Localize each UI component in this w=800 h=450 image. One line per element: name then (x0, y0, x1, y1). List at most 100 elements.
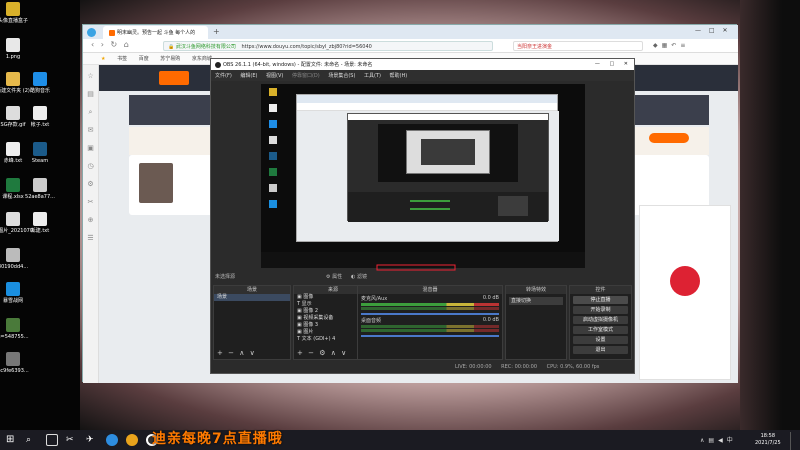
filters-button[interactable]: ◐ 滤镜 (351, 273, 367, 280)
up-icon[interactable]: ∧ (331, 349, 336, 357)
new-tab-button[interactable]: + (213, 27, 220, 36)
menu-help[interactable]: 帮助(H) (390, 73, 408, 79)
start-recording-button[interactable]: 开始录制 (573, 306, 628, 314)
back-icon[interactable]: ‹ (91, 40, 94, 49)
desktop-icon[interactable]: 帐子.txt (10, 106, 70, 128)
source-settings-icon[interactable]: ⚙ (319, 349, 325, 357)
preview-browser (296, 94, 559, 242)
scene-item[interactable]: 场景 (214, 294, 290, 301)
desktop-icon[interactable]: Steam (10, 142, 70, 164)
desktop-icon[interactable]: 暴雪战网 (0, 282, 43, 304)
desktop-icon[interactable]: u=548755... (0, 318, 43, 340)
url-field[interactable]: 🔒 武汉斗鱼网络科技有限公司 https://www.douyu.com/top… (163, 41, 493, 51)
exit-button[interactable]: 退出 (573, 346, 628, 354)
apps-icon[interactable]: ▦ (662, 42, 672, 49)
window-controls[interactable]: — □ ✕ (695, 27, 728, 34)
desktop-icon[interactable]: 新建.txt (10, 212, 70, 234)
start-icon[interactable]: ⊞ (6, 434, 18, 446)
rec-status: REC: 00:00:00 (501, 364, 538, 370)
stop-streaming-button[interactable]: 停止直播 (573, 296, 628, 304)
obs-maximize-button[interactable]: □ (609, 61, 614, 67)
obs-window-controls[interactable]: — □ ✕ (595, 61, 628, 67)
desktop-icon-label: 80190dd4... (0, 264, 29, 270)
forward-icon[interactable]: › (101, 40, 104, 49)
volume-meter (361, 307, 499, 310)
down-icon[interactable]: ∨ (341, 349, 346, 357)
feishu-icon[interactable]: ✈ (86, 434, 98, 446)
nav-buttons[interactable]: ‹ › ↻ ⌂ (91, 40, 129, 49)
sidebar-icons[interactable]: ☆ ▤ ⌕ ✉ ▣ ◷ ⚙ ✂ ⊕ ☰ (83, 65, 98, 247)
obs-minimize-button[interactable]: — (595, 61, 600, 67)
minimize-button[interactable]: — (695, 27, 701, 34)
tab-title: 明末幽灵。预告一起 斗鱼 每个人的 (117, 30, 196, 36)
add-source-icon[interactable]: + (297, 349, 303, 357)
mixer-channel-desktop: 桌面音频 0.0 dB (358, 316, 502, 338)
mixer-dock: 混音器 麦克风/Aux 0.0 dB 桌面音频 0.0 dB (357, 285, 503, 360)
toolbar-icons[interactable]: ◆▦↶≡ (653, 42, 689, 49)
google-icon[interactable] (126, 434, 138, 446)
source-controls[interactable]: + − ⚙ ∧ ∨ (297, 349, 346, 357)
menu-file[interactable]: 文件(F) (215, 73, 232, 79)
desktop-icon[interactable]: 1.png (0, 38, 43, 60)
mixer-channel-mic: 麦克风/Aux 0.0 dB (358, 294, 502, 316)
desktop-icon[interactable]: 52ae8a77... (10, 178, 70, 200)
image-file-icon (33, 178, 47, 192)
up-icon[interactable]: ∧ (239, 349, 244, 357)
browser-tab[interactable]: 明末幽灵。预告一起 斗鱼 每个人的 (103, 26, 208, 39)
settings-button[interactable]: 设置 (573, 336, 628, 344)
start-virtual-camera-button[interactable]: 启动虚拟摄像机 (573, 316, 628, 324)
desktop-icon[interactable]: ec9fe6393... (0, 352, 43, 374)
obs-close-button[interactable]: ✕ (624, 61, 628, 67)
address-bar: ‹ › ↻ ⌂ 🔒 武汉斗鱼网络科技有限公司 https://www.douyu… (83, 39, 738, 53)
browser-taskbar-icon[interactable] (106, 434, 118, 446)
ime-icon[interactable]: 中 (727, 437, 737, 444)
studio-mode-button[interactable]: 工作室模式 (573, 326, 628, 334)
network-icon[interactable]: ▤ (708, 437, 718, 444)
obs-preview[interactable] (261, 84, 585, 268)
search-box[interactable]: 当阳奈王进演金 (513, 41, 643, 51)
down-icon[interactable]: ∨ (250, 349, 255, 357)
reload-icon[interactable]: ↻ (111, 40, 118, 49)
remove-scene-icon[interactable]: − (228, 349, 234, 357)
bookmark-item[interactable]: 苏宁易购 (160, 56, 180, 62)
desktop-icon-label: Steam (31, 158, 49, 164)
snipaste-icon[interactable]: ✂ (66, 434, 78, 446)
home-icon[interactable]: ⌂ (124, 40, 129, 49)
show-desktop-button[interactable] (790, 432, 800, 450)
undo-icon[interactable]: ↶ (671, 42, 680, 49)
volume-slider[interactable] (361, 313, 499, 315)
maximize-button[interactable]: □ (709, 27, 715, 34)
menu-docks[interactable]: 停靠窗口(D) (292, 73, 320, 79)
clock-time: 18:58 (760, 433, 776, 439)
desktop-icon[interactable]: 80190dd4... (0, 248, 43, 270)
image-file-icon (6, 38, 20, 52)
volume-icon[interactable]: ◀ (718, 437, 727, 444)
transition-select[interactable]: 直接切换 (509, 297, 563, 305)
volume-slider[interactable] (361, 335, 499, 337)
live-status: LIVE: 00:00:00 (455, 364, 492, 370)
scene-controls[interactable]: + − ∧ ∨ (217, 349, 255, 357)
menu-edit[interactable]: 编辑(E) (240, 73, 257, 79)
bookmark-item[interactable]: 百度 (139, 56, 149, 62)
properties-button[interactable]: ⚙ 属性 (326, 273, 342, 280)
desktop-icon[interactable]: 酷狗音乐 (10, 72, 70, 94)
promo-pill (649, 133, 689, 143)
bookmark-item[interactable]: 京东商城 (192, 56, 212, 62)
transitions-dock: 转场特效 直接切换 (505, 285, 567, 360)
search-icon[interactable]: ⌕ (26, 434, 38, 446)
tray-icons[interactable]: ∧▤◀中 (700, 435, 737, 444)
menu-scene-collection[interactable]: 场景集合(S) (328, 73, 355, 79)
desktop-icon[interactable]: 头像直播盒子 (0, 2, 43, 24)
menu-icon[interactable]: ≡ (680, 42, 689, 49)
close-window-button[interactable]: ✕ (723, 27, 728, 34)
add-scene-icon[interactable]: + (217, 349, 223, 357)
menu-view[interactable]: 视图(V) (266, 73, 283, 79)
remove-source-icon[interactable]: − (308, 349, 314, 357)
game-icon[interactable]: ◆ (653, 42, 662, 49)
bookmark-item[interactable]: 书签 (117, 56, 127, 62)
menu-tools[interactable]: 工具(T) (364, 73, 381, 79)
taskbar-clock[interactable]: 18:58 2021/7/25 (755, 433, 781, 447)
secure-lock-icon: 🔒 (168, 44, 175, 50)
task-view-icon[interactable] (46, 434, 58, 446)
source-label: 图片 (303, 329, 314, 335)
